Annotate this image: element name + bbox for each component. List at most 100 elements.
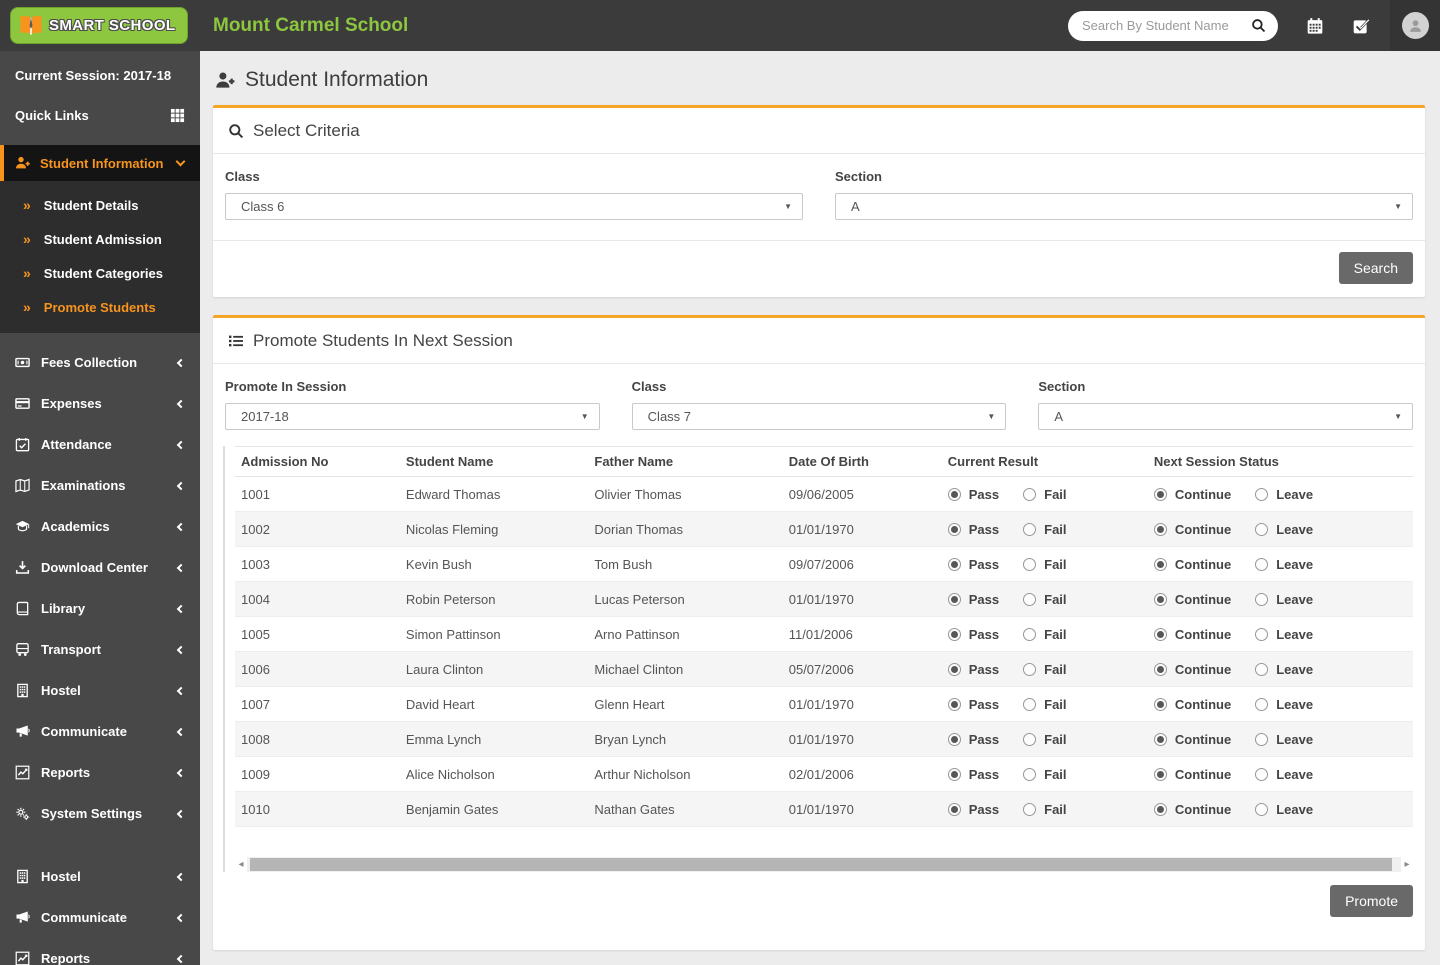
sidebar-item-label: Fees Collection (41, 355, 138, 370)
next-session-status-radio-group: Continue Leave (1153, 556, 1407, 572)
class-select[interactable]: Class 7 ▼ (631, 403, 1007, 430)
radio-label: Leave (1276, 556, 1314, 572)
grid-icon[interactable] (170, 108, 185, 123)
continue-radio[interactable] (1153, 487, 1167, 501)
sidebar-item-reports[interactable]: Reports (0, 752, 200, 793)
fail-radio[interactable] (1023, 522, 1037, 536)
leave-radio[interactable] (1255, 627, 1269, 641)
pass-radio[interactable] (947, 627, 961, 641)
sidebar-item-expenses[interactable]: Expenses (0, 383, 200, 424)
sidebar-item-communicate[interactable]: Communicate (0, 711, 200, 752)
fail-radio[interactable] (1023, 767, 1037, 781)
fail-radio[interactable] (1023, 557, 1037, 571)
scrollbar-thumb[interactable] (250, 858, 1393, 871)
tasks-icon[interactable] (1352, 17, 1370, 35)
sidebar-item-academics[interactable]: Academics (0, 506, 200, 547)
continue-radio[interactable] (1153, 697, 1167, 711)
current-result-cell: Pass Fail (941, 791, 1148, 827)
sidebar-item-examinations[interactable]: Examinations (0, 465, 200, 506)
continue-radio[interactable] (1153, 557, 1167, 571)
continue-radio[interactable] (1153, 662, 1167, 676)
sidebar-item-student-information[interactable]: Student Information (0, 145, 200, 181)
next-session-status-radio-group: Continue Leave (1153, 592, 1407, 607)
leave-radio[interactable] (1255, 802, 1269, 816)
sidebar-item-attendance[interactable]: Attendance (0, 424, 200, 465)
student-search-input[interactable] (1082, 18, 1251, 33)
sidebar-item-download-center[interactable]: Download Center (0, 547, 200, 588)
quick-links[interactable]: Quick Links (0, 97, 200, 136)
scroll-left-arrow-icon[interactable]: ◂ (235, 857, 247, 872)
leave-radio[interactable] (1255, 732, 1269, 746)
scrollbar-track[interactable] (247, 857, 1401, 872)
next-session-status-cell: Continue Leave (1147, 756, 1413, 792)
promote-button[interactable]: Promote (1330, 885, 1413, 917)
continue-radio[interactable] (1153, 732, 1167, 746)
fail-radio[interactable] (1023, 662, 1037, 676)
leave-radio[interactable] (1255, 592, 1269, 606)
submenu-item-student-admission[interactable]: » Student Admission (0, 222, 200, 256)
field-label: Section (835, 169, 882, 184)
app-logo[interactable]: SMART SCHOOL (10, 7, 189, 44)
sidebar-item-hostel[interactable]: Hostel (0, 670, 200, 711)
leave-radio[interactable] (1255, 697, 1269, 711)
user-avatar[interactable] (1401, 12, 1429, 39)
continue-radio[interactable] (1153, 522, 1167, 536)
chevron-left-icon (176, 809, 186, 818)
student-search[interactable] (1068, 10, 1278, 41)
sidebar-item-library[interactable]: Library (0, 588, 200, 629)
pass-radio[interactable] (947, 592, 961, 606)
section-select[interactable]: A ▼ (1038, 403, 1414, 430)
submenu-item-promote-students[interactable]: » Promote Students (0, 290, 200, 324)
sidebar: Current Session: 2017-18 Quick Links Stu… (0, 51, 200, 965)
submenu-item-student-details[interactable]: » Student Details (0, 188, 200, 222)
fail-radio[interactable] (1023, 592, 1037, 606)
class-select[interactable]: Class 6 ▼ (225, 193, 803, 220)
leave-radio[interactable] (1255, 767, 1269, 781)
leave-radio[interactable] (1255, 557, 1269, 571)
continue-radio[interactable] (1153, 592, 1167, 606)
submenu-item-student-categories[interactable]: » Student Categories (0, 256, 200, 290)
sidebar-item-fees-collection[interactable]: Fees Collection (0, 342, 200, 383)
fail-radio[interactable] (1023, 732, 1037, 746)
admission-no-cell: 1009 (235, 756, 400, 792)
leave-radio[interactable] (1255, 487, 1269, 501)
building-icon (15, 683, 30, 698)
fail-radio[interactable] (1023, 697, 1037, 711)
select-criteria-panel: Select Criteria Class Class 6 ▼ Section A ▼ S… (213, 105, 1425, 297)
search-button[interactable]: Search (1338, 252, 1413, 284)
continue-radio[interactable] (1153, 802, 1167, 816)
pass-radio[interactable] (947, 697, 961, 711)
calendar-icon[interactable] (1306, 17, 1324, 35)
pass-radio[interactable] (947, 732, 961, 746)
pass-radio[interactable] (947, 557, 961, 571)
pass-radio[interactable] (947, 522, 961, 536)
pass-radio[interactable] (947, 767, 961, 781)
sidebar-item-hostel[interactable]: Hostel (0, 856, 200, 897)
selected-value: A (1054, 409, 1064, 424)
sidebar-item-transport[interactable]: Transport (0, 629, 200, 670)
continue-radio[interactable] (1153, 767, 1167, 781)
continue-option: Continue (1153, 802, 1231, 817)
sidebar-item-reports[interactable]: Reports (0, 938, 200, 965)
sidebar-item-communicate[interactable]: Communicate (0, 897, 200, 938)
fail-radio[interactable] (1023, 627, 1037, 641)
promote-in-session-select[interactable]: 2017-18 ▼ (225, 403, 600, 430)
current-result-radio-group: Pass Fail (947, 557, 1142, 572)
continue-radio[interactable] (1153, 627, 1167, 641)
next-session-status-cell: Continue Leave (1147, 546, 1413, 582)
section-select[interactable]: A ▼ (835, 193, 1413, 220)
pass-radio[interactable] (947, 802, 961, 816)
radio-label: Pass (968, 766, 1000, 782)
user-menu[interactable] (1390, 0, 1440, 51)
leave-radio[interactable] (1255, 522, 1269, 536)
sidebar-item-system-settings[interactable]: System Settings (0, 793, 200, 834)
search-icon[interactable] (1251, 18, 1266, 33)
scroll-right-arrow-icon[interactable]: ▸ (1401, 857, 1413, 872)
fail-radio[interactable] (1023, 802, 1037, 816)
leave-radio[interactable] (1255, 662, 1269, 676)
pass-radio[interactable] (947, 487, 961, 501)
pass-radio[interactable] (947, 662, 961, 676)
horizontal-scrollbar[interactable]: ◂ ▸ (235, 857, 1413, 872)
fail-radio[interactable] (1023, 487, 1037, 501)
current-result-radio-group: Pass Fail (947, 662, 1142, 677)
